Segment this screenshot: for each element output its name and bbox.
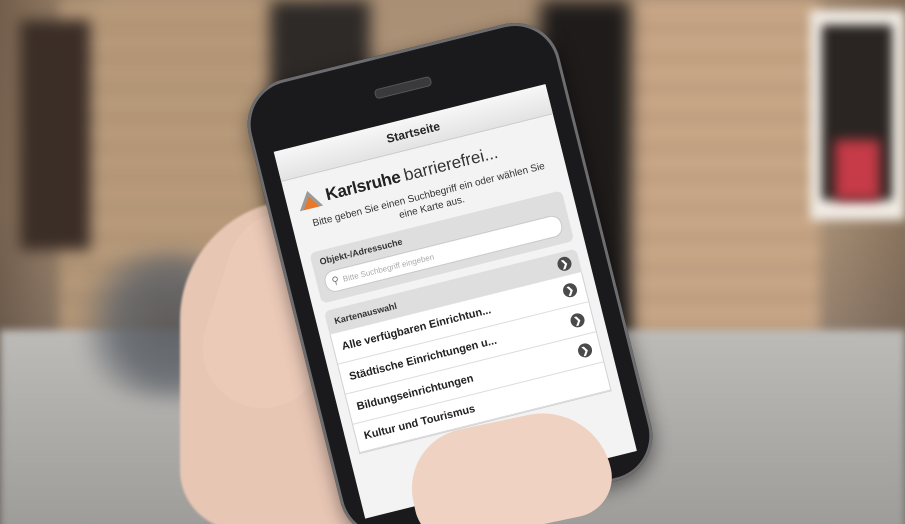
window-left [20,20,90,250]
search-icon: ⚲ [330,274,341,287]
chevron-right-icon: ❯ [576,341,594,359]
brick-wall-right [630,0,820,340]
chevron-right-icon: ❯ [561,281,579,299]
photo-scene: Startseite Karlsruhe barrierefrei... Bit… [0,0,905,524]
chevron-right-icon: ❯ [569,311,587,329]
red-curtain [835,140,880,200]
chevron-right-icon: ❯ [556,255,573,273]
karlsruhe-logo-icon [299,190,324,212]
